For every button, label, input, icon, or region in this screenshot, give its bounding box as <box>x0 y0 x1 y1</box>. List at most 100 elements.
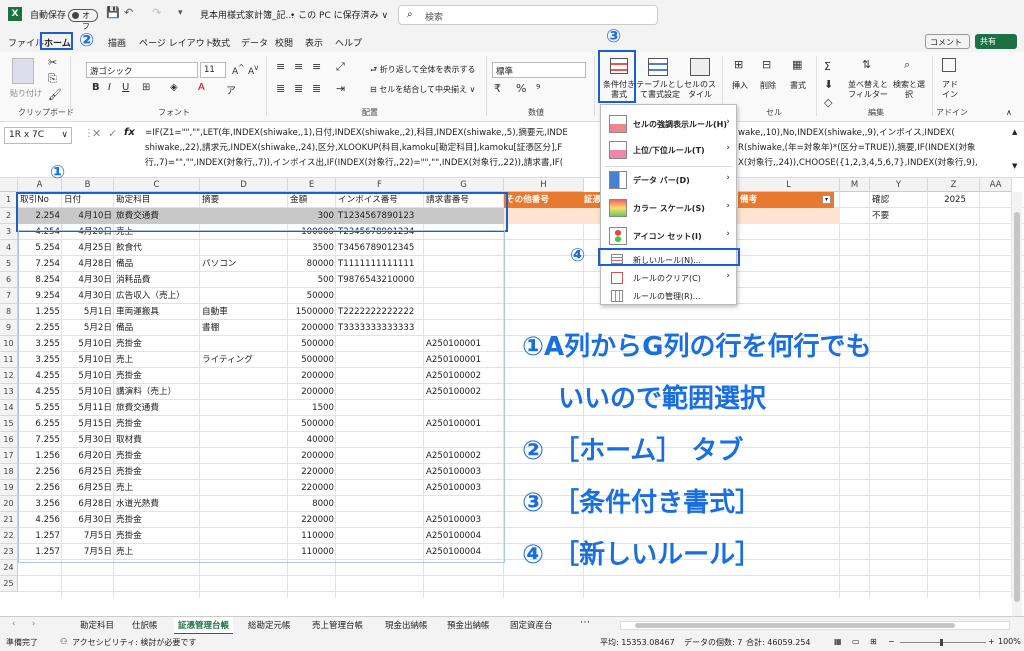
insert-function-icon[interactable]: fx <box>124 127 135 138</box>
row-header[interactable]: 11 <box>0 352 18 368</box>
row-header[interactable]: 6 <box>0 272 18 288</box>
horizontal-scrollbar[interactable] <box>620 621 1010 630</box>
row-header[interactable]: 9 <box>0 320 18 336</box>
indent-icon[interactable]: ⇥ <box>336 82 345 95</box>
font-color-icon[interactable]: A <box>198 82 205 93</box>
column-header[interactable]: F <box>336 178 424 192</box>
column-header[interactable]: AA <box>980 178 1012 192</box>
font-size-select[interactable]: 11 <box>200 62 226 78</box>
row-header[interactable]: 22 <box>0 528 18 544</box>
row-header[interactable]: 4 <box>0 240 18 256</box>
align-center-icon[interactable]: ≣ <box>294 82 303 95</box>
menu-item-icon-set[interactable]: アイコン セット(I) › <box>601 223 736 249</box>
customize-icon[interactable]: ▾ <box>178 8 183 18</box>
column-header[interactable]: B <box>62 178 114 192</box>
tab-data[interactable]: データ <box>241 36 268 49</box>
tab-file[interactable]: ファイル <box>8 36 44 49</box>
percent-icon[interactable]: % <box>516 82 526 95</box>
column-header[interactable]: H <box>504 178 584 192</box>
sheet-tab-fixed-assets[interactable]: 固定資産台 <box>510 619 553 631</box>
accessibility-status[interactable]: アクセシビリティ: 検討が必要です <box>72 637 196 648</box>
format-cells-icon[interactable]: ▦ <box>792 58 802 71</box>
comma-icon[interactable]: ⁹ <box>536 82 540 95</box>
search-box[interactable]: ⌕ 検索 <box>398 5 658 25</box>
clear-icon[interactable]: ◇ <box>824 96 832 109</box>
tab-scroll-right-icon[interactable]: › <box>32 619 35 629</box>
formula-scroll-up-icon[interactable]: ▲ <box>1012 128 1017 136</box>
delete-cells-icon[interactable]: ⊟ <box>762 58 771 71</box>
column-header[interactable]: E <box>288 178 336 192</box>
vertical-scrollbar[interactable] <box>1012 192 1022 616</box>
autosum-icon[interactable]: Σ <box>824 60 831 73</box>
insert-cells-icon[interactable]: ⊞ <box>734 58 743 71</box>
sheet-tab-deposit[interactable]: 預金出納帳 <box>447 619 490 631</box>
collapse-ribbon-icon[interactable]: ∧ <box>1006 108 1012 117</box>
header-cell[interactable]: 備考 <box>738 192 834 208</box>
menu-item-highlight-rules[interactable]: セルの強調表示ルール(H) › <box>601 111 736 137</box>
redo-icon[interactable]: ↷ <box>152 6 161 19</box>
table-format-label[interactable]: テーブルとして書式設定 <box>636 80 684 100</box>
formula-text[interactable]: =IF(Z1="","",LET(年,INDEX(shiwake,,1),日付,… <box>145 126 1010 174</box>
align-right-icon[interactable]: ≣ <box>312 82 321 95</box>
tab-page-layout[interactable]: ページ レイアウト <box>139 36 214 49</box>
save-location[interactable]: • この PC に保存済み ∨ <box>290 8 388 21</box>
filter-dropdown-icon[interactable]: ▾ <box>822 195 831 204</box>
row-header[interactable]: 17 <box>0 448 18 464</box>
row-header[interactable]: 10 <box>0 336 18 352</box>
column-header[interactable]: D <box>200 178 288 192</box>
copy-icon[interactable]: ⎘ <box>48 72 57 86</box>
tab-help[interactable]: ヘルプ <box>335 36 362 49</box>
row-header[interactable]: 5 <box>0 256 18 272</box>
cut-icon[interactable]: ✂ <box>48 56 57 69</box>
row-header[interactable]: 20 <box>0 496 18 512</box>
header-cell[interactable]: 証憑 <box>582 192 602 208</box>
cell-style-label[interactable]: セルのスタイル <box>684 80 716 100</box>
font-name-select[interactable]: 游ゴシック <box>86 62 198 78</box>
sort-filter-label[interactable]: 並べ替えとフィルター <box>848 80 888 100</box>
column-header[interactable]: G <box>424 178 504 192</box>
number-format-select[interactable]: 標準 <box>492 62 586 78</box>
wrap-text-button[interactable]: ⮐ 折り返して全体を表示する <box>370 64 476 78</box>
row-header[interactable]: 15 <box>0 416 18 432</box>
formula-scroll-down-icon[interactable]: ▼ <box>1012 162 1017 170</box>
tab-review[interactable]: 校閲 <box>275 36 293 49</box>
tab-formulas[interactable]: 数式 <box>212 36 230 49</box>
more-sheets-icon[interactable]: ⋯ <box>580 617 590 628</box>
sheet-tab-sales[interactable]: 売上管理台帳 <box>312 619 363 631</box>
tab-view[interactable]: 表示 <box>305 36 323 49</box>
font-grow-icon[interactable]: A^ <box>232 63 244 77</box>
sort-filter-icon[interactable]: ⇅ <box>862 58 871 71</box>
currency-icon[interactable]: ₹ <box>494 82 501 95</box>
menu-item-manage-rules[interactable]: ルールの管理(R)... <box>601 287 736 305</box>
sheet-tab-voucher[interactable]: 証憑管理台帳 <box>174 617 234 635</box>
align-middle-icon[interactable]: ≡ <box>294 60 303 73</box>
find-select-icon[interactable]: ⌕ <box>904 58 910 72</box>
row-header[interactable]: 23 <box>0 544 18 560</box>
format-cells-label[interactable]: 書式 <box>790 80 806 91</box>
accessibility-icon[interactable]: ⚇ <box>60 637 67 646</box>
normal-view-icon[interactable]: ▦ <box>834 637 842 646</box>
row-header[interactable]: 24 <box>0 560 18 576</box>
align-bottom-icon[interactable]: ≡ <box>312 60 321 73</box>
fill-color-icon[interactable]: ◈ <box>170 82 178 93</box>
zoom-level[interactable]: 100% <box>998 637 1021 646</box>
page-break-view-icon[interactable]: ⊞ <box>870 637 877 646</box>
row-header[interactable]: 18 <box>0 464 18 480</box>
row-header[interactable]: 14 <box>0 400 18 416</box>
cell-style-icon[interactable] <box>690 58 710 76</box>
column-header[interactable]: Y <box>870 178 928 192</box>
menu-item-clear-rules[interactable]: ルールのクリア(C) › <box>601 269 736 287</box>
bold-icon[interactable]: B <box>92 82 100 93</box>
row-header[interactable]: 16 <box>0 432 18 448</box>
tab-draw[interactable]: 描画 <box>108 36 126 49</box>
column-header[interactable]: C <box>114 178 200 192</box>
save-icon[interactable]: 💾 <box>106 6 120 19</box>
undo-icon[interactable]: ↶ <box>124 6 133 19</box>
menu-item-data-bar[interactable]: データ バー(D) › <box>601 167 736 193</box>
column-header[interactable]: L <box>738 178 840 192</box>
autosave-toggle[interactable]: オフ <box>68 9 98 31</box>
select-all-corner[interactable] <box>0 178 18 192</box>
sheet-tab-accounts[interactable]: 勘定科目 <box>80 619 114 631</box>
tab-scroll-left-icon[interactable]: ‹ <box>12 619 15 629</box>
italic-icon[interactable]: I <box>108 82 111 93</box>
